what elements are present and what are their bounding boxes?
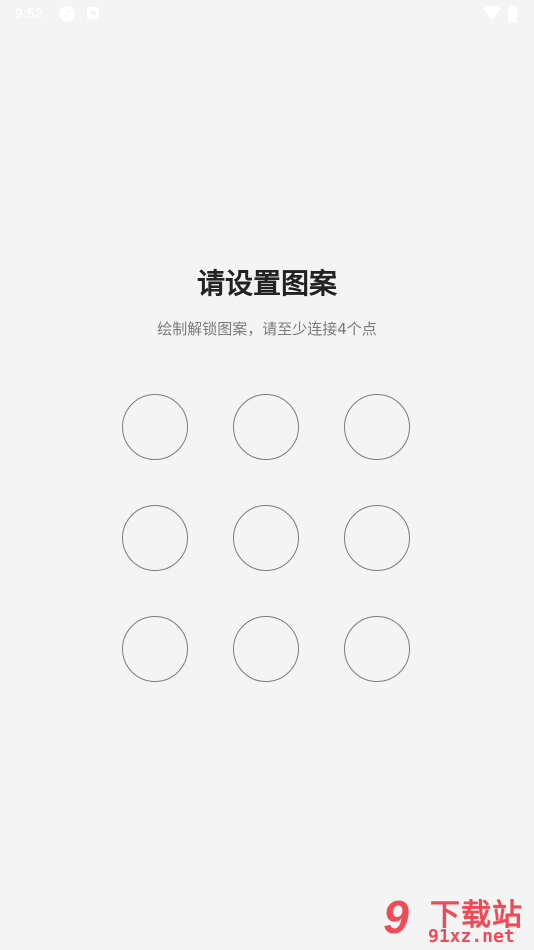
- wifi-icon: [483, 5, 501, 20]
- status-bar: 9:52: [0, 0, 534, 28]
- notification-icon: [87, 7, 99, 19]
- page-subtitle: 绘制解锁图案，请至少连接4个点: [157, 320, 377, 338]
- pattern-dot-3[interactable]: [344, 394, 410, 460]
- battery-icon: [508, 5, 517, 23]
- site-logo: 9: [383, 891, 409, 943]
- status-time: 9:52: [15, 5, 43, 21]
- site-watermark: 9 下载站 91xz.net: [364, 888, 534, 950]
- pattern-dot-9[interactable]: [344, 616, 410, 682]
- pattern-dot-2[interactable]: [233, 394, 299, 460]
- pattern-dot-8[interactable]: [233, 616, 299, 682]
- pattern-dot-5[interactable]: [233, 505, 299, 571]
- pattern-dot-7[interactable]: [122, 616, 188, 682]
- pattern-dot-4[interactable]: [122, 505, 188, 571]
- pattern-lock-grid[interactable]: [122, 394, 412, 684]
- pattern-dot-1[interactable]: [122, 394, 188, 460]
- watermark-url: 91xz.net: [428, 926, 515, 947]
- pattern-dot-6[interactable]: [344, 505, 410, 571]
- sync-icon: [59, 6, 75, 22]
- page-title: 请设置图案: [196, 267, 337, 300]
